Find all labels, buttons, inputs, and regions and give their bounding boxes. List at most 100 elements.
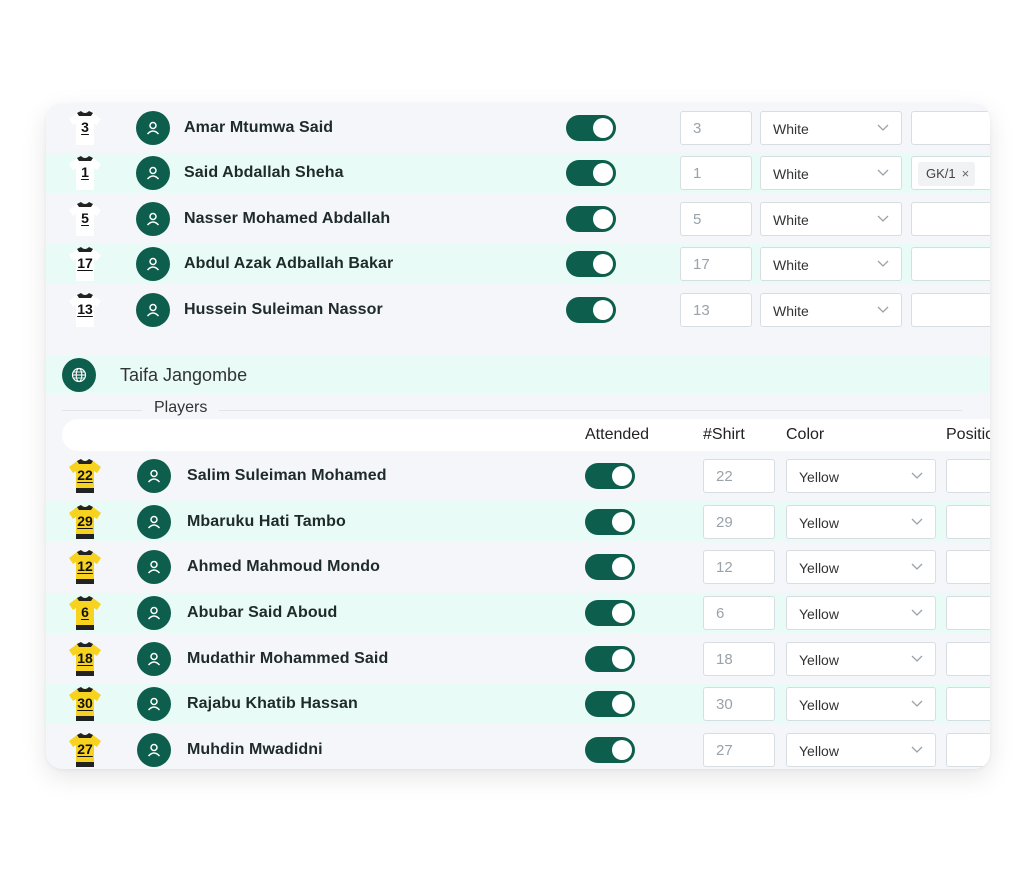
attended-toggle[interactable]	[585, 600, 635, 626]
shirt-icon: 30	[68, 686, 102, 722]
shirt-number: 6	[81, 604, 89, 620]
color-select[interactable]: Yellow	[786, 459, 936, 493]
position-field[interactable]	[911, 293, 990, 327]
table-row: 17 Abdul Azak Adballah Bakar 17 White	[46, 244, 990, 284]
position-field[interactable]	[946, 596, 990, 630]
color-select-value: White	[773, 121, 809, 137]
shirt-number-input[interactable]: 13	[680, 293, 752, 327]
shirt-icon: 27	[68, 732, 102, 768]
shirt-icon: 18	[68, 641, 102, 677]
position-field[interactable]	[946, 550, 990, 584]
user-icon	[146, 121, 160, 135]
shirt-icon: 17	[68, 246, 102, 282]
position-field[interactable]	[911, 111, 990, 145]
color-select[interactable]: Yellow	[786, 733, 936, 767]
color-select-value: Yellow	[799, 652, 839, 668]
shirt-icon: 3	[68, 110, 102, 146]
color-select[interactable]: White	[760, 202, 902, 236]
color-select[interactable]: Yellow	[786, 505, 936, 539]
shirt-icon: 13	[68, 292, 102, 328]
lineup-card: 3 Amar Mtumwa Said 3 White 1 Said Abdall…	[46, 104, 990, 769]
player-avatar	[137, 733, 171, 767]
color-select-value: Yellow	[799, 560, 839, 576]
table-row: 6 Abubar Said Aboud 6 Yellow	[46, 593, 990, 633]
player-avatar	[136, 111, 170, 145]
color-select-value: White	[773, 212, 809, 228]
shirt-icon: 22	[68, 458, 102, 494]
color-select-value: White	[773, 303, 809, 319]
position-field[interactable]	[946, 687, 990, 721]
player-avatar	[136, 156, 170, 190]
attended-toggle[interactable]	[585, 509, 635, 535]
attended-toggle[interactable]	[585, 463, 635, 489]
shirt-number-input[interactable]: 5	[680, 202, 752, 236]
attended-toggle[interactable]	[566, 251, 616, 277]
position-field[interactable]	[946, 505, 990, 539]
color-select[interactable]: White	[760, 111, 902, 145]
shirt-number: 30	[77, 695, 93, 711]
position-field[interactable]	[946, 642, 990, 676]
position-field[interactable]	[911, 247, 990, 281]
chevron-down-icon	[877, 169, 889, 176]
color-select[interactable]: Yellow	[786, 596, 936, 630]
color-select[interactable]: Yellow	[786, 687, 936, 721]
attended-toggle[interactable]	[566, 206, 616, 232]
chevron-down-icon	[911, 472, 923, 479]
attended-toggle[interactable]	[566, 115, 616, 141]
shirt-number: 12	[77, 558, 93, 574]
attended-toggle[interactable]	[566, 297, 616, 323]
shirt-number-input[interactable]: 6	[703, 596, 775, 630]
position-field[interactable]: GK/1 ×	[911, 156, 990, 190]
user-icon	[147, 743, 161, 757]
shirt-number-input[interactable]: 29	[703, 505, 775, 539]
color-select[interactable]: White	[760, 247, 902, 281]
table-row: 27 Muhdin Mwadidni 27 Yellow	[46, 730, 990, 769]
color-select[interactable]: Yellow	[786, 642, 936, 676]
attended-toggle[interactable]	[585, 737, 635, 763]
table-row: 30 Rajabu Khatib Hassan 30 Yellow	[46, 684, 990, 724]
players-label: Players	[142, 399, 220, 417]
shirt-number-input[interactable]: 18	[703, 642, 775, 676]
column-header-attended: Attended	[585, 426, 650, 443]
shirt-number-input[interactable]: 27	[703, 733, 775, 767]
color-select[interactable]: Yellow	[786, 550, 936, 584]
position-field[interactable]	[946, 733, 990, 767]
player-avatar	[136, 202, 170, 236]
color-select[interactable]: White	[760, 293, 902, 327]
user-icon	[147, 515, 161, 529]
shirt-number-input[interactable]: 1	[680, 156, 752, 190]
shirt-icon: 29	[68, 504, 102, 540]
attended-toggle[interactable]	[585, 691, 635, 717]
color-select[interactable]: White	[760, 156, 902, 190]
shirt-number: 3	[81, 119, 89, 135]
chevron-down-icon	[911, 518, 923, 525]
chevron-down-icon	[911, 563, 923, 570]
shirt-number-input[interactable]: 22	[703, 459, 775, 493]
chevron-down-icon	[911, 746, 923, 753]
player-name: Ahmed Mahmoud Mondo	[187, 558, 380, 575]
player-name: Abdul Azak Adballah Bakar	[184, 255, 394, 272]
position-field[interactable]	[911, 202, 990, 236]
attended-toggle[interactable]	[585, 554, 635, 580]
player-name: Nasser Mohamed Abdallah	[184, 210, 391, 227]
player-avatar	[136, 247, 170, 281]
remove-tag-icon[interactable]: ×	[962, 166, 970, 181]
chevron-down-icon	[911, 609, 923, 616]
player-avatar	[137, 459, 171, 493]
player-name: Salim Suleiman Mohamed	[187, 467, 387, 484]
position-field[interactable]	[946, 459, 990, 493]
shirt-number-input[interactable]: 30	[703, 687, 775, 721]
table-row: 12 Ahmed Mahmoud Mondo 12 Yellow	[46, 547, 990, 587]
position-tag: GK/1 ×	[918, 162, 976, 186]
shirt-number-input[interactable]: 3	[680, 111, 752, 145]
attended-toggle[interactable]	[566, 160, 616, 186]
shirt-number-input[interactable]: 12	[703, 550, 775, 584]
column-header-position: Positio	[946, 426, 990, 443]
attended-toggle[interactable]	[585, 646, 635, 672]
user-icon	[147, 606, 161, 620]
table-row: 13 Hussein Suleiman Nassor 13 White	[46, 290, 990, 330]
table-header	[62, 419, 990, 451]
user-icon	[147, 560, 161, 574]
shirt-number-input[interactable]: 17	[680, 247, 752, 281]
globe-icon	[71, 367, 87, 383]
